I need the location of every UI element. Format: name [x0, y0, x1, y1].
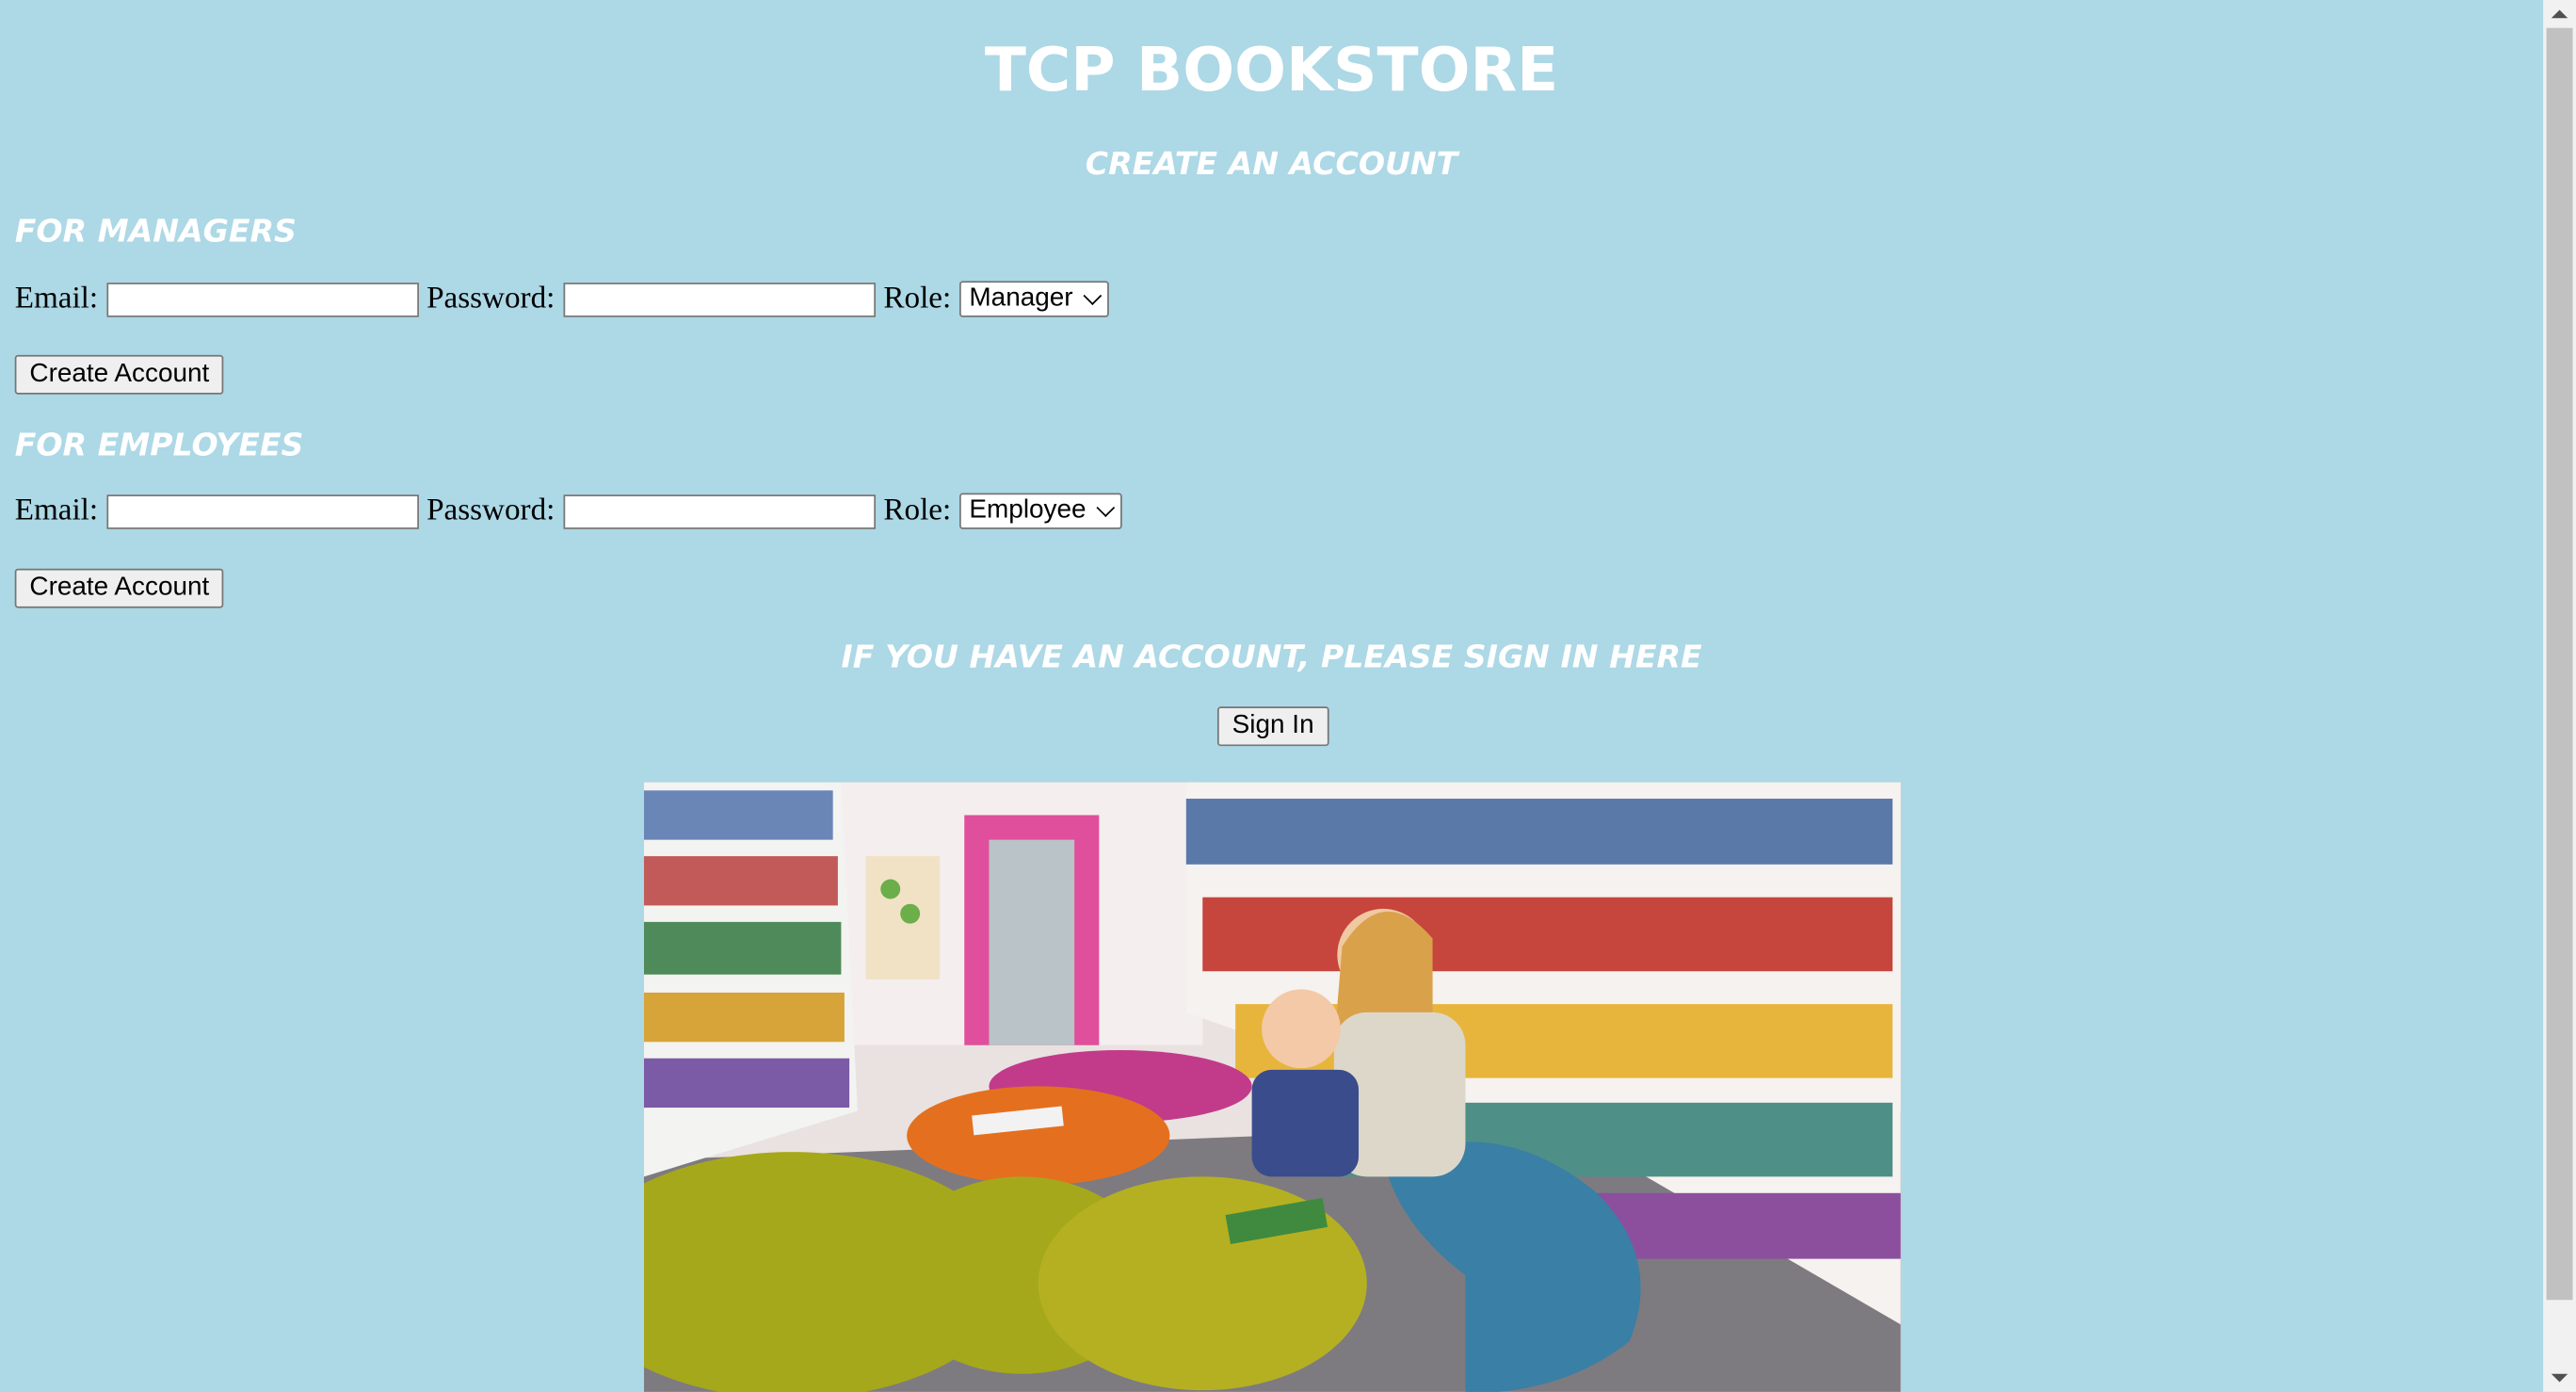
sign-in-button[interactable]: Sign In: [1216, 706, 1329, 747]
managers-email-label: Email:: [14, 281, 99, 316]
library-photo-illustration: [644, 782, 1901, 1392]
managers-role-value: Manager: [969, 283, 1073, 313]
managers-form-row: Email: Password: Role: Manager: [15, 278, 1109, 320]
managers-email-input[interactable]: [105, 282, 419, 316]
scrollbar-thumb[interactable]: [2546, 27, 2573, 1301]
employees-email-label: Email:: [14, 493, 99, 528]
employees-role-select[interactable]: Employee: [958, 493, 1122, 529]
vertical-scrollbar[interactable]: [2543, 0, 2576, 1392]
managers-role-select[interactable]: Manager: [958, 281, 1109, 317]
page-subtitle: CREATE AN ACCOUNT: [1085, 146, 1458, 183]
employees-create-account-button[interactable]: Create Account: [14, 568, 225, 608]
bookstore-hero-image: [644, 782, 1901, 1392]
chevron-down-icon: [1096, 497, 1116, 517]
employees-role-label: Role:: [883, 493, 952, 528]
page-content: TCP BOOKSTORE CREATE AN ACCOUNT FOR MANA…: [0, 0, 2543, 1392]
employees-password-input[interactable]: [563, 494, 876, 528]
managers-heading: FOR MANAGERS: [14, 213, 297, 251]
employees-password-label: Password:: [427, 493, 555, 528]
managers-password-input[interactable]: [563, 282, 876, 316]
page-title: TCP BOOKSTORE: [984, 34, 1559, 105]
employees-email-input[interactable]: [105, 494, 419, 528]
chevron-down-icon: [1083, 285, 1103, 305]
scroll-down-icon[interactable]: [2543, 1364, 2576, 1392]
managers-create-account-button[interactable]: Create Account: [14, 354, 225, 395]
managers-password-label: Password:: [427, 281, 555, 316]
browser-viewport: TCP BOOKSTORE CREATE AN ACCOUNT FOR MANA…: [0, 0, 2576, 1392]
employees-heading: FOR EMPLOYEES: [14, 427, 304, 464]
managers-role-label: Role:: [883, 281, 952, 316]
employees-role-value: Employee: [969, 495, 1087, 525]
scroll-up-icon[interactable]: [2543, 0, 2576, 28]
signin-heading: IF YOU HAVE AN ACCOUNT, PLEASE SIGN IN H…: [841, 639, 1702, 676]
employees-form-row: Email: Password: Role: Employee: [15, 490, 1122, 532]
